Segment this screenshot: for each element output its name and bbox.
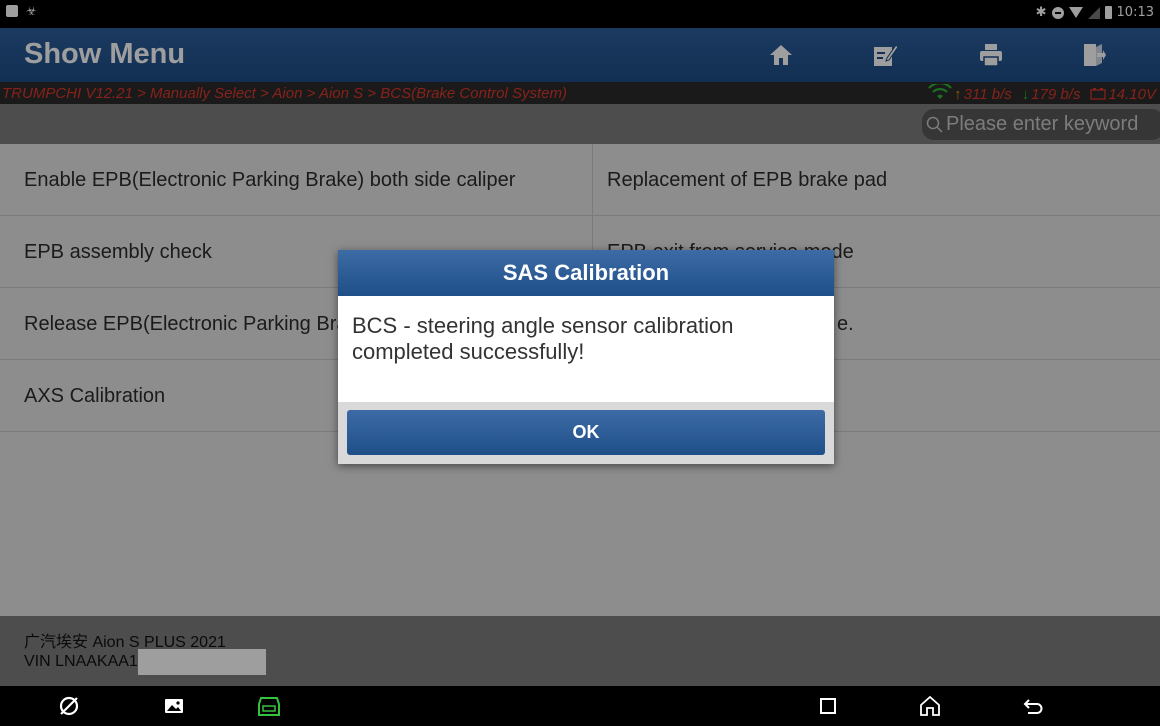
- browser-icon: [59, 696, 79, 716]
- back-button[interactable]: [1020, 694, 1046, 718]
- gallery-button[interactable]: [161, 694, 187, 718]
- recents-button[interactable]: [815, 694, 841, 718]
- back-icon: [1023, 699, 1043, 714]
- dialog-message: BCS - steering angle sensor calibration …: [338, 296, 834, 402]
- dialog-title: SAS Calibration: [338, 250, 834, 296]
- home-outline-icon: [920, 696, 940, 716]
- sas-calibration-dialog: SAS Calibration BCS - steering angle sen…: [338, 250, 834, 464]
- vci-icon: [258, 697, 280, 716]
- system-nav-bar: [0, 686, 1160, 726]
- home-nav-button[interactable]: [917, 694, 943, 718]
- recents-icon: [820, 698, 836, 714]
- vci-button[interactable]: [256, 694, 282, 718]
- browser-button[interactable]: [56, 694, 82, 718]
- gallery-icon: [165, 699, 183, 713]
- ok-button[interactable]: OK: [347, 410, 825, 455]
